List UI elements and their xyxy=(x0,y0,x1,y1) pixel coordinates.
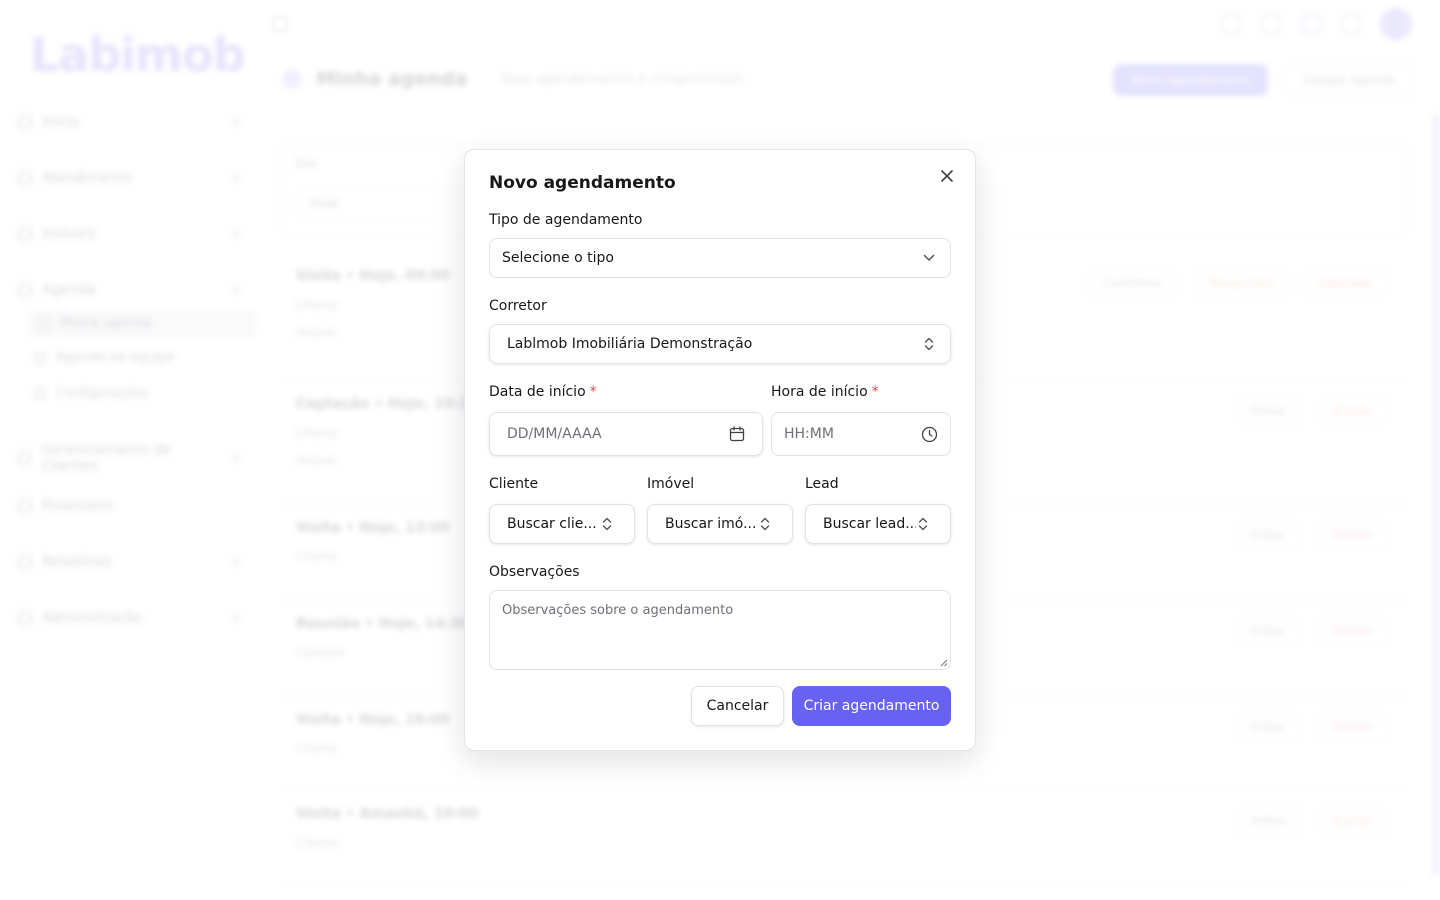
chevrons-up-down-icon xyxy=(914,515,932,533)
required-marker: * xyxy=(589,384,597,400)
lead-label: Lead xyxy=(805,476,839,492)
dialog-title: Novo agendamento xyxy=(489,173,676,193)
cliente-value: Buscar clie... xyxy=(507,516,597,532)
calendar-icon[interactable] xyxy=(728,425,746,443)
observacoes-label: Observações xyxy=(489,564,580,580)
tipo-value: Selecione o tipo xyxy=(502,250,614,266)
tipo-select[interactable]: Selecione o tipo xyxy=(489,238,951,278)
corretor-combobox[interactable]: Lablmob Imobiliária Demonstração xyxy=(489,324,951,364)
chevrons-up-down-icon xyxy=(920,335,938,353)
hora-inicio-field[interactable]: HH:MM xyxy=(771,412,951,456)
hora-inicio-label: Hora de início * xyxy=(771,384,879,400)
observacoes-placeholder: Observações sobre o agendamento xyxy=(502,603,734,618)
close-button[interactable] xyxy=(937,166,957,186)
chevrons-up-down-icon xyxy=(598,515,616,533)
cliente-label: Cliente xyxy=(489,476,539,492)
data-inicio-field[interactable]: DD/MM/AAAA xyxy=(489,412,763,456)
chevron-down-icon xyxy=(920,249,938,267)
lead-combobox[interactable]: Buscar lead... xyxy=(805,504,951,544)
tipo-label: Tipo de agendamento xyxy=(489,212,643,228)
data-inicio-placeholder: DD/MM/AAAA xyxy=(507,426,602,442)
chevrons-up-down-icon xyxy=(756,515,774,533)
new-appointment-dialog: Novo agendamento Tipo de agendamento Sel… xyxy=(464,149,976,751)
corretor-value: Lablmob Imobiliária Demonstração xyxy=(507,336,753,352)
clock-icon[interactable] xyxy=(920,425,938,443)
imovel-value: Buscar imó... xyxy=(665,516,757,532)
lead-value: Buscar lead... xyxy=(823,516,916,532)
imovel-combobox[interactable]: Buscar imó... xyxy=(647,504,793,544)
close-icon xyxy=(941,170,953,182)
required-marker: * xyxy=(871,384,879,400)
observacoes-textarea[interactable]: Observações sobre o agendamento xyxy=(489,590,951,670)
hora-inicio-placeholder: HH:MM xyxy=(784,426,834,442)
data-inicio-label: Data de início * xyxy=(489,384,597,400)
corretor-label: Corretor xyxy=(489,298,547,314)
cancel-button[interactable]: Cancelar xyxy=(691,686,784,726)
resize-handle-icon[interactable] xyxy=(939,658,948,667)
imovel-label: Imóvel xyxy=(647,476,695,492)
create-appointment-button[interactable]: Criar agendamento xyxy=(792,686,951,726)
cliente-combobox[interactable]: Buscar clie... xyxy=(489,504,635,544)
